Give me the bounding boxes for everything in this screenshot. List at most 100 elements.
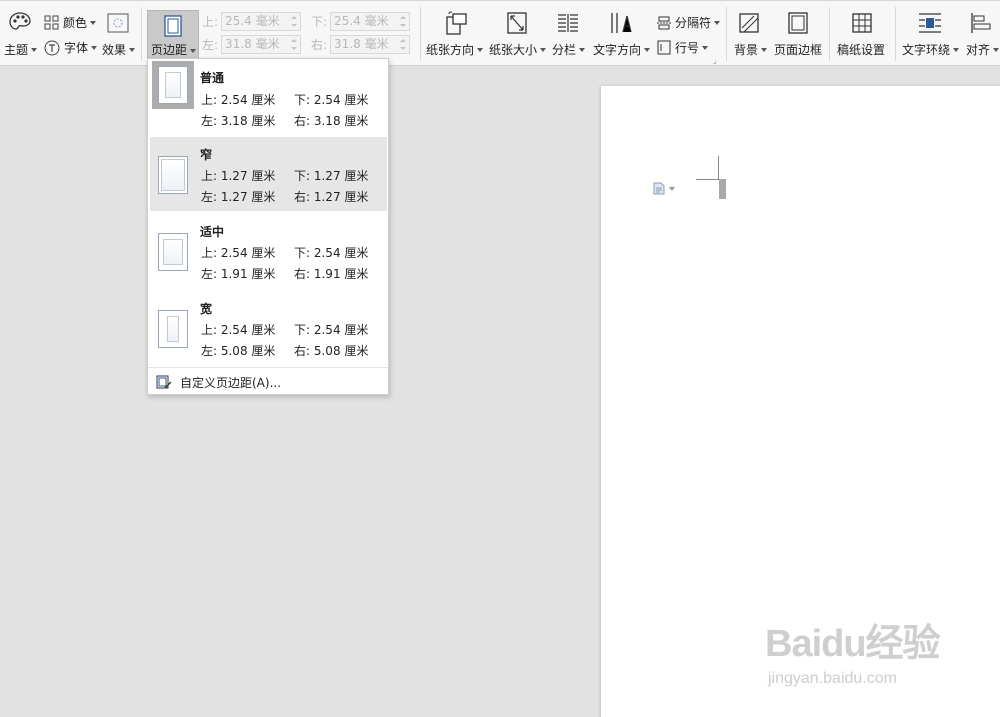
orientation-button[interactable]: 纸张方向 xyxy=(426,41,484,58)
option-bottom: 下: 2.54 厘米 xyxy=(294,93,369,107)
page-border-icon xyxy=(787,11,809,35)
margin-option-narrow[interactable]: 窄 上: 1.27 厘米 下: 1.27 厘米 左: 1.27 厘米 右: 1.… xyxy=(150,137,387,211)
option-right: 右: 5.08 厘米 xyxy=(294,344,369,358)
margins-label: 页边距 xyxy=(151,43,188,57)
option-title: 窄 xyxy=(200,148,213,162)
orientation-label: 纸张方向 xyxy=(426,43,475,57)
option-title: 宽 xyxy=(200,302,213,316)
effects-label: 效果 xyxy=(102,43,127,57)
left-margin-field[interactable]: 左: 31.8 毫米 xyxy=(202,35,302,54)
text-wrap-label: 文字环绕 xyxy=(902,43,951,57)
font-icon xyxy=(44,40,60,55)
text-wrap-icon xyxy=(918,12,942,34)
option-top: 上: 1.27 厘米 xyxy=(201,169,276,183)
top-margin-value[interactable]: 25.4 毫米 xyxy=(221,12,302,31)
chevron-down-icon xyxy=(644,47,651,52)
palette-icon xyxy=(8,11,32,33)
chevron-down-icon xyxy=(993,47,1000,52)
breaks-label: 分隔符 xyxy=(675,16,712,30)
left-margin-label: 左: xyxy=(202,38,219,52)
breaks-icon xyxy=(657,16,671,29)
margins-button[interactable]: 页边距 xyxy=(147,10,199,61)
chevron-down-icon xyxy=(714,20,721,25)
effects-button[interactable]: 效果 xyxy=(102,41,136,58)
right-margin-field[interactable]: 右: 31.8 毫米 xyxy=(311,35,411,54)
effects-icon xyxy=(107,13,129,33)
fonts-button[interactable]: 字体 xyxy=(44,39,98,56)
option-right: 右: 1.27 厘米 xyxy=(294,190,369,204)
align-icon xyxy=(970,12,992,34)
text-direction-icon xyxy=(609,12,633,34)
option-bottom: 下: 1.27 厘米 xyxy=(294,169,369,183)
option-right: 右: 1.91 厘米 xyxy=(294,267,369,281)
paper-size-icon xyxy=(506,11,528,35)
page-margin-icon xyxy=(158,310,188,348)
page-margin-icon xyxy=(158,156,188,194)
watermark-logo: Baidu经验 xyxy=(765,623,941,665)
paste-options-button[interactable] xyxy=(653,182,675,195)
paper-size-label: 纸张大小 xyxy=(489,43,538,57)
line-numbers-button[interactable]: 行号 xyxy=(657,39,709,56)
right-margin-label: 右: xyxy=(311,38,328,52)
text-cursor xyxy=(719,179,726,199)
text-direction-button[interactable]: 文字方向 xyxy=(593,41,651,58)
manuscript-button[interactable]: 稿纸设置 xyxy=(837,41,885,58)
columns-icon xyxy=(557,13,579,33)
menu-divider xyxy=(148,367,388,368)
line-numbers-icon xyxy=(657,40,671,55)
option-bottom: 下: 2.54 厘米 xyxy=(294,246,369,260)
dialog-launcher-icon[interactable]: ⌟ xyxy=(713,56,717,65)
top-margin-field[interactable]: 上: 25.4 毫米 xyxy=(202,12,302,31)
background-button[interactable]: 背景 xyxy=(734,41,768,58)
chevron-down-icon xyxy=(190,48,197,53)
margins-dropdown: 普通 上: 2.54 厘米 下: 2.54 厘米 左: 3.18 厘米 右: 3… xyxy=(147,58,389,395)
fonts-label: 字体 xyxy=(64,41,89,55)
text-wrap-button[interactable]: 文字环绕 xyxy=(902,41,960,58)
option-top: 上: 2.54 厘米 xyxy=(201,93,276,107)
paper-size-button[interactable]: 纸张大小 xyxy=(489,41,547,58)
ribbon-toolbar: 主题 颜色 字体 效果 页边距 上: 25.4 毫米 下: 25.4 毫米 左:… xyxy=(0,0,1000,66)
bottom-margin-field[interactable]: 下: 25.4 毫米 xyxy=(311,12,411,31)
option-title: 适中 xyxy=(200,225,225,239)
divider xyxy=(141,7,142,61)
align-label: 对齐 xyxy=(966,43,991,57)
colors-icon xyxy=(44,15,59,30)
divider xyxy=(895,7,896,61)
page-margin-icon xyxy=(158,66,188,104)
margin-option-moderate[interactable]: 适中 上: 2.54 厘米 下: 2.54 厘米 左: 1.91 厘米 右: 1… xyxy=(150,214,387,288)
option-left: 左: 1.91 厘米 xyxy=(201,267,276,281)
document-icon xyxy=(653,182,665,195)
theme-button[interactable]: 主题 xyxy=(4,41,38,58)
orientation-icon xyxy=(444,11,468,35)
margin-corner-mark xyxy=(696,179,718,180)
page-border-button[interactable]: 页面边框 xyxy=(774,41,822,58)
option-top: 上: 2.54 厘米 xyxy=(201,246,276,260)
chevron-down-icon xyxy=(579,47,586,52)
theme-label: 主题 xyxy=(4,43,29,57)
chevron-down-icon xyxy=(540,47,547,52)
page-border-label: 页面边框 xyxy=(774,43,823,57)
align-button[interactable]: 对齐 xyxy=(966,41,1000,58)
text-direction-label: 文字方向 xyxy=(593,43,642,57)
manuscript-label: 稿纸设置 xyxy=(837,43,886,57)
option-right: 右: 3.18 厘米 xyxy=(294,114,369,128)
chevron-down-icon xyxy=(702,45,709,50)
chevron-down-icon xyxy=(91,45,98,50)
custom-margins-item[interactable]: 自定义页边距(A)... xyxy=(156,374,281,391)
background-label: 背景 xyxy=(734,43,759,57)
colors-button[interactable]: 颜色 xyxy=(44,14,97,31)
bottom-margin-value[interactable]: 25.4 毫米 xyxy=(330,12,411,31)
option-bottom: 下: 2.54 厘米 xyxy=(294,323,369,337)
chevron-down-icon xyxy=(90,20,97,25)
breaks-button[interactable]: 分隔符 xyxy=(657,14,721,31)
left-margin-value[interactable]: 31.8 毫米 xyxy=(221,35,302,54)
right-margin-value[interactable]: 31.8 毫米 xyxy=(330,35,411,54)
chevron-down-icon xyxy=(761,47,768,52)
chevron-down-icon xyxy=(129,47,136,52)
chevron-down-icon xyxy=(477,47,484,52)
colors-label: 颜色 xyxy=(63,16,88,30)
margins-icon xyxy=(163,15,183,40)
margin-option-wide[interactable]: 宽 上: 2.54 厘米 下: 2.54 厘米 左: 5.08 厘米 右: 5.… xyxy=(150,291,387,365)
margin-option-normal[interactable]: 普通 上: 2.54 厘米 下: 2.54 厘米 左: 3.18 厘米 右: 3… xyxy=(150,60,387,134)
columns-button[interactable]: 分栏 xyxy=(552,41,586,58)
